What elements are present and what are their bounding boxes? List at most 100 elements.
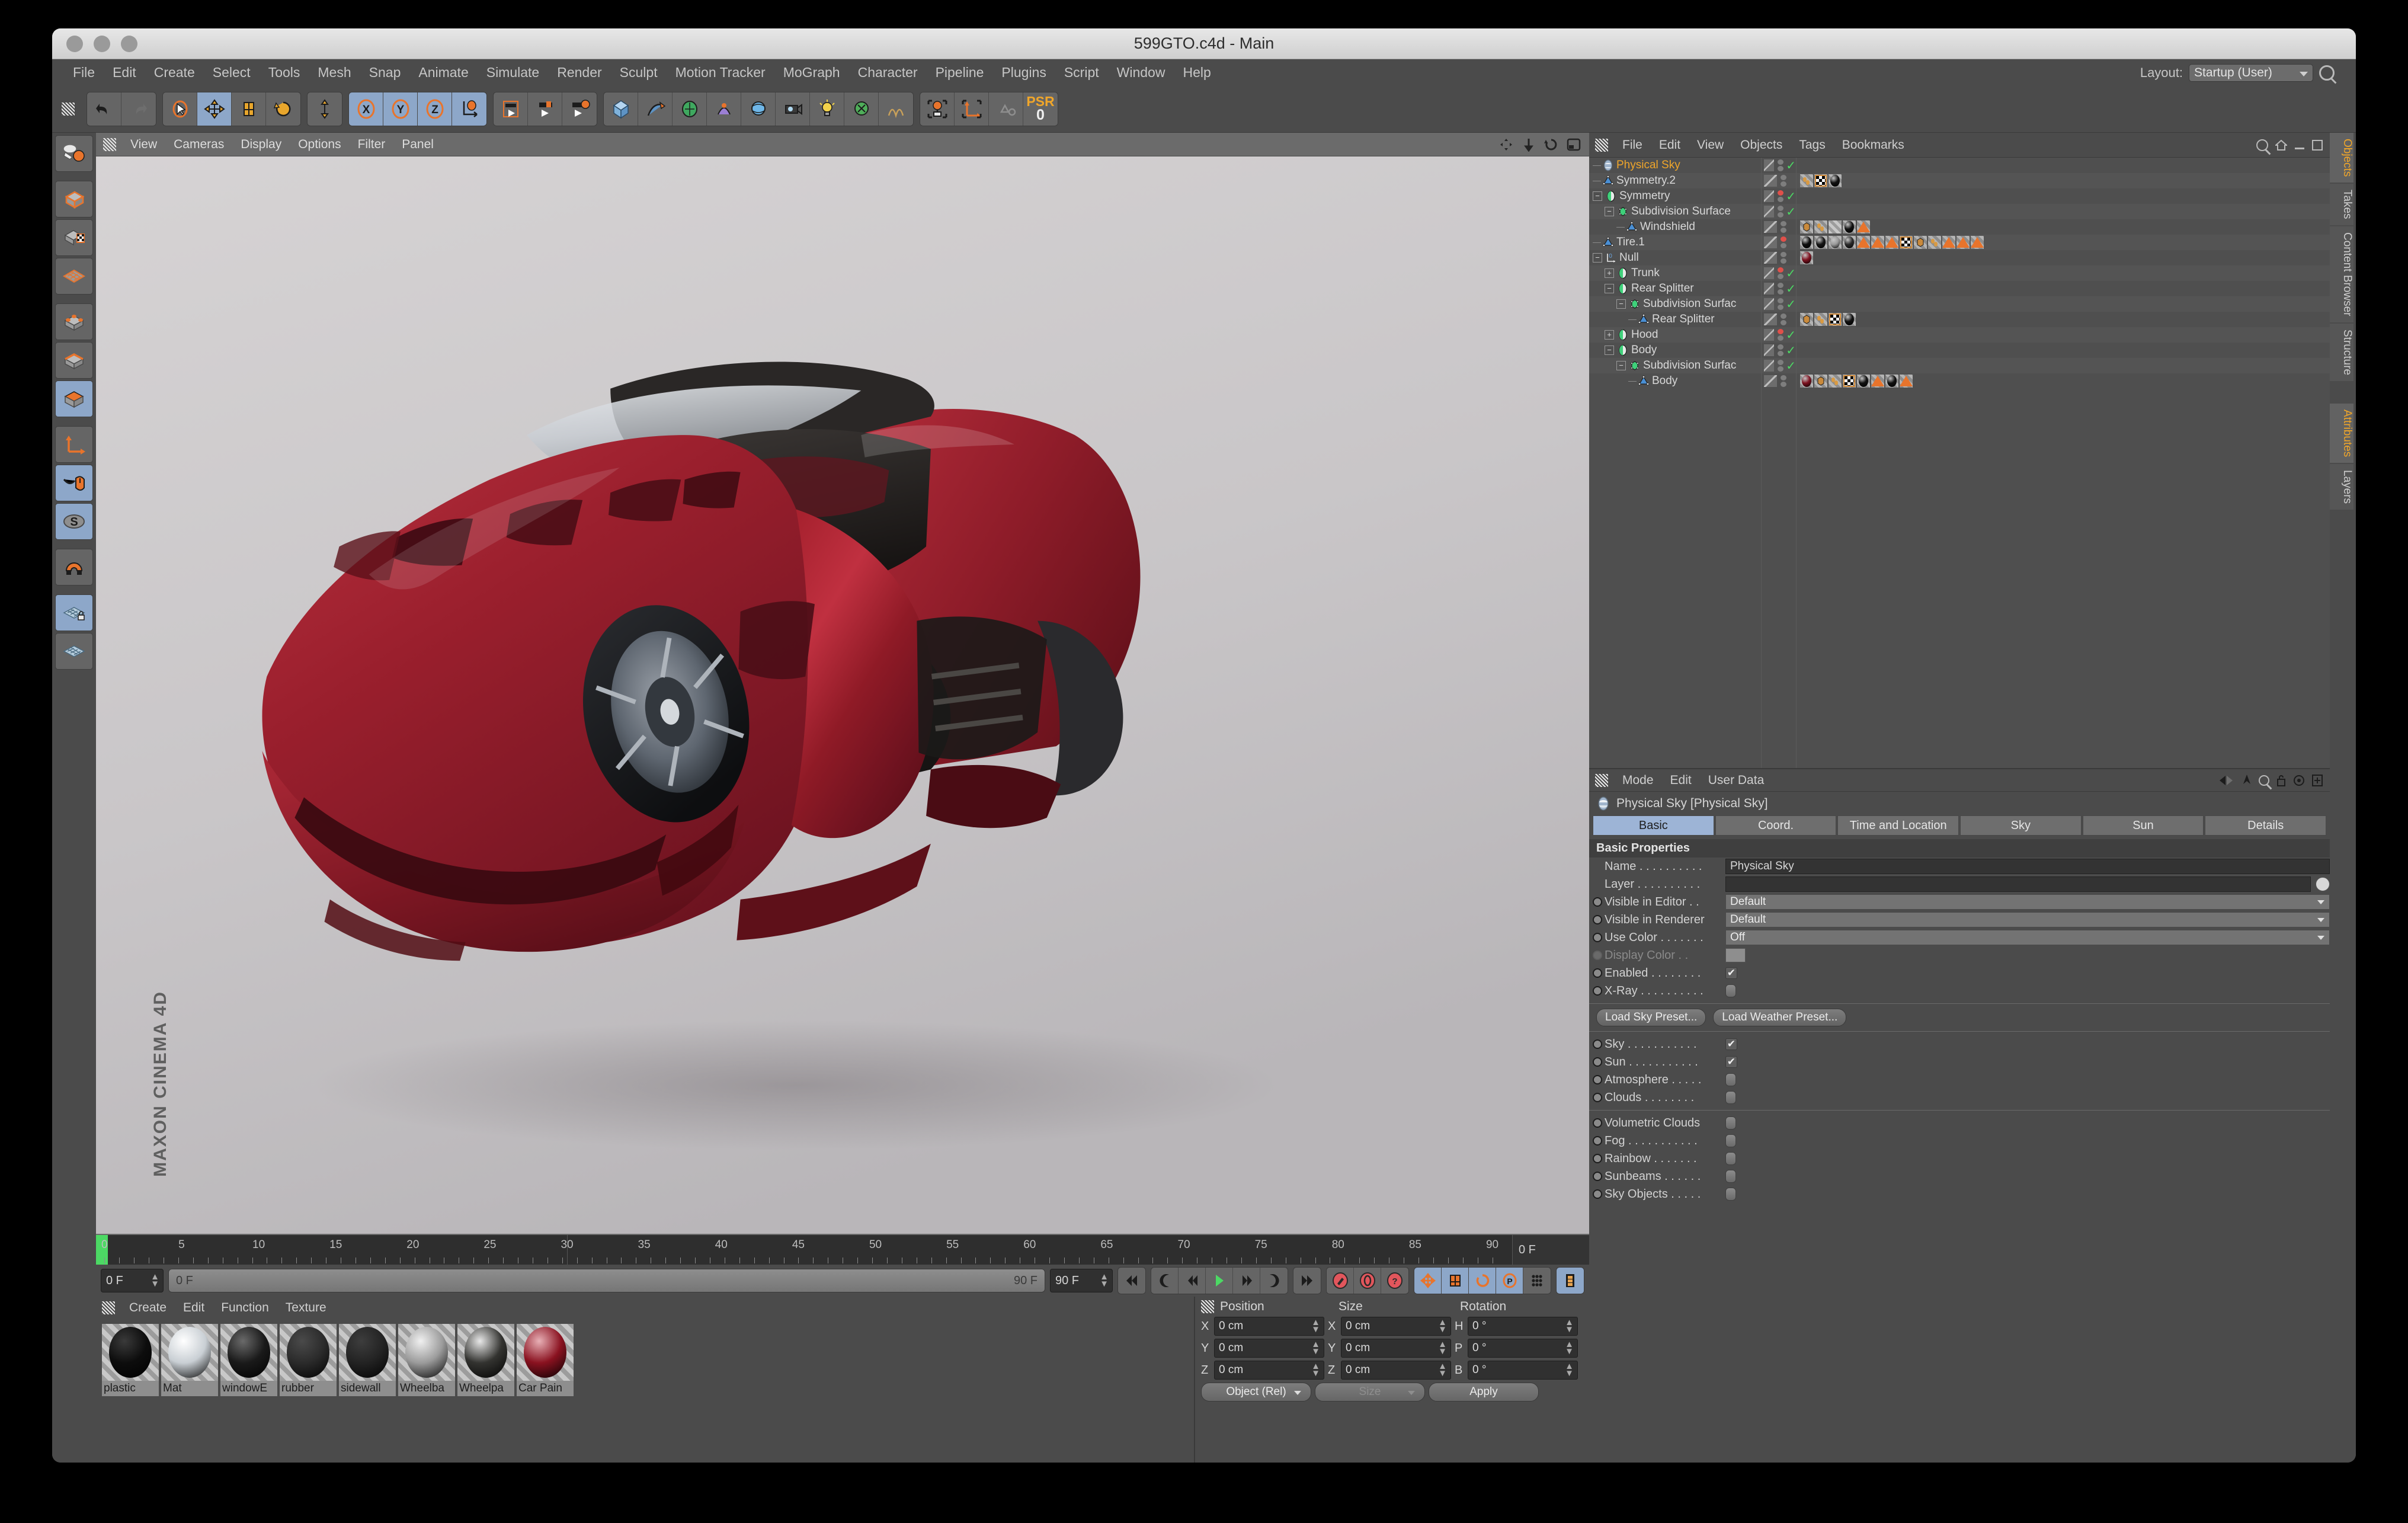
enabled-checkmark[interactable]: ✓ bbox=[1786, 158, 1796, 173]
target-icon[interactable] bbox=[2293, 775, 2305, 786]
object-menu-edit[interactable]: Edit bbox=[1651, 138, 1689, 152]
maximize-icon[interactable] bbox=[2312, 139, 2323, 151]
key-position-icon[interactable] bbox=[1414, 1268, 1442, 1294]
select-arrow-icon[interactable] bbox=[163, 92, 197, 126]
visibility-dots[interactable] bbox=[1778, 329, 1784, 341]
visibility-toggle-icon[interactable] bbox=[1764, 298, 1775, 310]
object-row[interactable]: Windshield bbox=[1589, 219, 1761, 235]
spline-pen-icon[interactable] bbox=[638, 92, 673, 126]
spinner-icon[interactable]: ▲ ▼ bbox=[1565, 1318, 1574, 1334]
search-icon[interactable] bbox=[2259, 775, 2269, 786]
maximize-viewport-icon[interactable] bbox=[1567, 137, 1581, 152]
animate-bullet[interactable] bbox=[1593, 1154, 1602, 1163]
object-tag-phong[interactable] bbox=[1928, 236, 1941, 249]
material-item[interactable]: sidewall bbox=[339, 1324, 396, 1396]
material-preview[interactable] bbox=[102, 1324, 159, 1381]
load-weather-preset-button[interactable]: Load Weather Preset... bbox=[1713, 1009, 1847, 1026]
attributes-tab-details[interactable]: Details bbox=[2205, 815, 2327, 836]
property-toggle[interactable] bbox=[1725, 1134, 1736, 1147]
object-visibility-cell[interactable] bbox=[1762, 219, 1796, 235]
rotation-input[interactable]: 0 ° ▲ ▼ bbox=[1468, 1361, 1578, 1380]
scale-icon[interactable] bbox=[232, 92, 266, 126]
viewport-menu-display[interactable]: Display bbox=[232, 137, 290, 152]
visibility-toggle-icon[interactable] bbox=[1764, 375, 1777, 387]
menu-edit[interactable]: Edit bbox=[104, 65, 145, 81]
spinner-icon[interactable]: ▲ ▼ bbox=[1100, 1272, 1109, 1288]
editor-visibility-dot[interactable] bbox=[1778, 344, 1784, 350]
layer-input[interactable] bbox=[1725, 876, 2311, 892]
object-row[interactable]: Body bbox=[1589, 373, 1761, 389]
enabled-checkmark[interactable]: ✓ bbox=[1786, 328, 1796, 343]
key-points-icon[interactable] bbox=[1523, 1268, 1551, 1294]
object-tag-checker[interactable] bbox=[1843, 375, 1856, 388]
menu-create[interactable]: Create bbox=[145, 65, 204, 81]
minimize-icon[interactable] bbox=[2294, 140, 2305, 151]
spinner-icon[interactable]: ▲ ▼ bbox=[1311, 1362, 1320, 1378]
visibility-dots[interactable] bbox=[1781, 252, 1786, 264]
visibility-toggle-icon[interactable] bbox=[1764, 175, 1777, 187]
home-icon[interactable] bbox=[2275, 139, 2287, 151]
object-tag-material-dark[interactable] bbox=[1829, 174, 1842, 187]
layout-dropdown[interactable]: Startup (User) bbox=[2189, 64, 2313, 82]
object-visibility-cell[interactable] bbox=[1762, 373, 1796, 389]
side-tab-takes[interactable]: Takes bbox=[2330, 184, 2353, 226]
animate-bullet[interactable] bbox=[1593, 1093, 1602, 1102]
side-tab-attributes[interactable]: Attributes bbox=[2330, 403, 2353, 463]
enable-axis-icon[interactable] bbox=[55, 465, 93, 501]
animate-bullet[interactable] bbox=[1593, 915, 1602, 924]
z-axis-icon[interactable]: Z bbox=[418, 92, 452, 126]
rotation-input[interactable]: 0 ° ▲ ▼ bbox=[1468, 1339, 1578, 1358]
visibility-dots[interactable] bbox=[1781, 175, 1786, 187]
property-toggle[interactable] bbox=[1725, 984, 1736, 997]
object-visibility-cell[interactable]: ✓ bbox=[1762, 188, 1796, 204]
side-tab-content-browser[interactable]: Content Browser bbox=[2330, 226, 2353, 322]
x-axis-icon[interactable]: X bbox=[349, 92, 383, 126]
attributes-tab-basic[interactable]: Basic bbox=[1593, 815, 1714, 836]
editor-visibility-dot[interactable] bbox=[1781, 236, 1786, 242]
add-icon[interactable] bbox=[2312, 774, 2323, 786]
expander-toggle[interactable]: − bbox=[1605, 284, 1614, 293]
timeline-ruler[interactable]: 0 5 10 15 20 25 30 35 40 45 50 55 60 65 70 75 80 85 90 0 F bbox=[96, 1234, 1589, 1265]
menu-render[interactable]: Render bbox=[548, 65, 610, 81]
animate-bullet[interactable] bbox=[1593, 951, 1602, 960]
editor-visibility-dot[interactable] bbox=[1781, 221, 1786, 226]
dolly-viewport-icon[interactable] bbox=[1522, 137, 1536, 152]
object-tag-material-black[interactable] bbox=[1800, 236, 1813, 249]
load-sky-preset-button[interactable]: Load Sky Preset... bbox=[1596, 1009, 1706, 1026]
visibility-toggle-icon[interactable] bbox=[1764, 190, 1775, 202]
editor-visibility-dot[interactable] bbox=[1778, 283, 1784, 288]
enabled-checkmark[interactable]: ✓ bbox=[1786, 343, 1796, 358]
render-visibility-dot[interactable] bbox=[1778, 305, 1784, 310]
object-visibility-cell[interactable]: ✓ bbox=[1762, 281, 1796, 296]
visibility-dots[interactable] bbox=[1778, 283, 1784, 295]
autokey-icon[interactable] bbox=[1354, 1268, 1381, 1294]
object-tag-selection-tri[interactable] bbox=[1900, 375, 1913, 388]
material-menu-function[interactable]: Function bbox=[213, 1301, 277, 1315]
expander-toggle[interactable]: − bbox=[1593, 253, 1602, 263]
spinner-icon[interactable]: ▲ ▼ bbox=[1565, 1340, 1574, 1356]
material-menu-edit[interactable]: Edit bbox=[175, 1301, 213, 1315]
object-axis-icon[interactable] bbox=[920, 92, 955, 126]
object-tag-phong[interactable] bbox=[1814, 220, 1827, 233]
expander-toggle[interactable]: − bbox=[1605, 207, 1614, 216]
object-row[interactable]: Tire.1 bbox=[1589, 235, 1761, 250]
object-row[interactable]: − Subdivision Surface bbox=[1589, 204, 1761, 219]
property-toggle[interactable] bbox=[1725, 1116, 1736, 1130]
render-settings-icon[interactable] bbox=[562, 92, 597, 126]
model-mode-icon[interactable] bbox=[55, 181, 93, 217]
object-menu-objects[interactable]: Objects bbox=[1732, 138, 1791, 152]
editor-visibility-dot[interactable] bbox=[1778, 360, 1784, 365]
attributes-tab-sun[interactable]: Sun bbox=[2082, 815, 2204, 836]
material-item[interactable]: Mat bbox=[161, 1324, 218, 1396]
editor-visibility-dot[interactable] bbox=[1778, 206, 1784, 211]
rotate-icon[interactable] bbox=[266, 92, 300, 126]
visibility-dots[interactable] bbox=[1778, 159, 1784, 171]
property-toggle[interactable] bbox=[1725, 1073, 1736, 1086]
render-visibility-dot[interactable] bbox=[1778, 274, 1784, 279]
object-tag-selection-tri[interactable] bbox=[1956, 236, 1970, 249]
step-back-icon[interactable] bbox=[1179, 1268, 1206, 1294]
render-visibility-dot[interactable] bbox=[1778, 289, 1784, 295]
material-preview[interactable] bbox=[457, 1324, 514, 1381]
object-tag-selection-tri[interactable] bbox=[1971, 236, 1984, 249]
render-region-icon[interactable] bbox=[528, 92, 562, 126]
